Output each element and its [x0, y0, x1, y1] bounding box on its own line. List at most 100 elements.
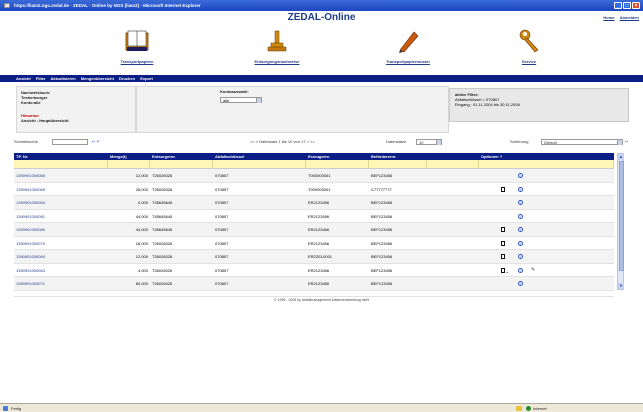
tp-cell[interactable]: 1390901000080	[14, 223, 108, 236]
menge-cell: 44,000	[135, 213, 148, 219]
info-icon[interactable]: i	[518, 186, 523, 192]
close-icon[interactable]: ×	[632, 2, 640, 9]
sort-go-icon[interactable]: ↵	[625, 138, 628, 146]
befoerderer-cell: BEF123456	[371, 200, 393, 205]
tp-cell[interactable]: 1390901000081	[14, 210, 108, 223]
befoerderer-cell: BEF123456	[371, 240, 393, 246]
table-header: TP. Nr. Menge(t) Entsorgernr. Abfallschl…	[14, 153, 614, 160]
table-scrollbar[interactable]: ▲ ▼	[617, 153, 624, 290]
befoerderer-cell: BEF123456	[371, 213, 393, 219]
menge-cell: 44,000	[135, 227, 148, 232]
edit-icon[interactable]: ✎	[531, 267, 538, 272]
info-icon[interactable]: i	[518, 240, 523, 246]
info-icon[interactable]: i	[518, 200, 523, 205]
menu-export[interactable]: Export	[140, 76, 153, 81]
abfall-cell: 070807	[215, 186, 229, 192]
col-befoerderernr[interactable]: Beförderernr.	[369, 153, 427, 160]
options-cell: i	[479, 210, 614, 223]
col-erzeugernr[interactable]: Erzeugernr.	[306, 153, 369, 160]
ansicht-label: Ansicht : Hauptübersicht	[21, 118, 69, 123]
tp-cell[interactable]: 1390901000054	[14, 196, 108, 209]
info-icon[interactable]: i	[518, 213, 523, 219]
tp-cell[interactable]: 1390901000071	[14, 277, 108, 290]
info-icon[interactable]: i	[518, 267, 523, 273]
paging-control[interactable]: << < Datensatz 1 bis 10 von 17 > >>	[250, 138, 315, 146]
options-cell: i	[479, 169, 614, 182]
sortierung-select[interactable]: Default	[541, 139, 623, 145]
chevron-down-icon	[436, 140, 441, 145]
kontoauswahl-select[interactable]: alle	[220, 97, 262, 103]
menu-mengenuebersicht[interactable]: Mengenübersicht	[81, 76, 114, 81]
scroll-down-icon[interactable]: ▼	[618, 283, 624, 289]
table-row[interactable]: 1390901000080 44,000 T45645645 070807 ER2123…	[14, 223, 614, 237]
erzeuger-cell: ER2123456	[308, 213, 330, 219]
table-row[interactable]: 1390901000085 12,000 T26026026 070807 T00000…	[14, 169, 614, 183]
table-row[interactable]: 1390901000065 26,000 T26026026 070807 T00000…	[14, 183, 614, 196]
nav-label-transportpapiermuster: Transportpapiermuster	[386, 59, 430, 64]
menu-aktualisieren[interactable]: Aktualisieren	[51, 76, 76, 81]
lock-icon	[516, 406, 522, 411]
table-row[interactable]: 1390901000070 16,000 T26026026 070807 ER2123…	[14, 237, 614, 250]
menu-drucken[interactable]: Drucken	[119, 76, 135, 81]
col-menge[interactable]: Menge(t)	[108, 153, 150, 160]
table-row[interactable]: 1390901000063 4,000 T26026026 070807 ER21234…	[14, 264, 614, 277]
erzeuger-cell: T000000001	[308, 173, 331, 178]
home-link[interactable]: Home	[603, 15, 614, 20]
abfall-cell: 070807	[215, 240, 229, 246]
document-icon[interactable]	[501, 186, 505, 192]
nav-item-transportpapiere[interactable]: Transportpapiere	[92, 28, 182, 64]
help-icon[interactable]: ?	[500, 154, 502, 159]
menu-filter[interactable]: Filter	[36, 76, 46, 81]
document-icon[interactable]	[501, 227, 505, 232]
col-spacer	[427, 153, 479, 160]
nav-label-transportpapiere: Transportpapiere	[120, 59, 154, 64]
table-row[interactable]: 1390901000054 0,000 T45645645 070807 ER21234…	[14, 196, 614, 210]
scroll-up-icon[interactable]: ▲	[618, 154, 624, 160]
tp-cell[interactable]: 1390901000063	[14, 264, 108, 277]
schnellsuche-input[interactable]	[52, 139, 88, 145]
info-icon[interactable]: i	[518, 173, 523, 178]
erzeuger-cell: ER2123456	[308, 200, 330, 205]
main-nav: Transportpapiere Entsorgungsnachweise Tr…	[0, 28, 643, 72]
tp-cell[interactable]: 1390901000070	[14, 237, 108, 250]
befoerderer-cell: C77777777	[371, 186, 392, 192]
logout-link[interactable]: Abmelden	[620, 15, 639, 20]
info-icon[interactable]: i	[518, 227, 523, 232]
tp-cell[interactable]: 1390901000065	[14, 183, 108, 196]
tp-cell[interactable]: 1390901000085	[14, 169, 108, 182]
menu-ansicht[interactable]: Ansicht	[16, 76, 31, 81]
col-abfallschluessel[interactable]: Abfallschlüssel	[213, 153, 306, 160]
table-row[interactable]: 1390901000071 60,000 T26026026 070807 ER2123…	[14, 277, 614, 291]
nav-item-service[interactable]: Service	[484, 28, 574, 64]
table-filter-row[interactable]	[14, 160, 614, 169]
spacer-cell	[427, 250, 479, 263]
document-icon[interactable]	[501, 254, 505, 259]
nav-item-entsorgungsnachweise[interactable]: Entsorgungsnachweise	[232, 28, 322, 64]
document-add-icon[interactable]	[501, 266, 508, 276]
table-row[interactable]: 1390901000064 12,000 T26026026 070807 ER2ZEL…	[14, 250, 614, 264]
nav-item-transportpapiermuster[interactable]: Transportpapiermuster	[363, 28, 453, 64]
filter-line-eingang: Eingang : 01.11.2004 bis 30.11.2006	[455, 102, 520, 107]
document-icon[interactable]	[501, 240, 505, 246]
scroll-thumb[interactable]	[618, 161, 624, 271]
info-icon[interactable]: i	[518, 254, 523, 259]
spacer-cell	[427, 277, 479, 290]
entsorger-cell: T26026026	[152, 281, 173, 286]
info-icon[interactable]: i	[518, 281, 523, 286]
menge-cell: 12,000	[135, 254, 148, 259]
col-tp-nr[interactable]: TP. Nr.	[14, 153, 108, 160]
action-menubar: Ansicht Filter Aktualisieren Mengenübers…	[0, 75, 643, 82]
col-optionen-label: Optionen	[481, 154, 499, 159]
tp-cell[interactable]: 1390901000064	[14, 250, 108, 263]
sortierung-label: Sortierung	[510, 139, 529, 144]
book-icon	[125, 30, 149, 51]
minimize-icon[interactable]: _	[614, 2, 622, 9]
datensaetze-select[interactable]: 10	[416, 139, 442, 145]
search-go-icon[interactable]: ↵ ↶	[92, 138, 100, 146]
abfall-cell: 070807	[215, 173, 229, 178]
maximize-icon[interactable]: □	[623, 2, 631, 9]
table-row[interactable]: 1390901000081 44,000 T45645645 070807 ER2123…	[14, 210, 614, 223]
nav-label-entsorgungsnachweise: Entsorgungsnachweise	[254, 59, 300, 64]
page-header: ZEDAL-Online Home Abmelden	[0, 11, 643, 24]
col-entsorgernr[interactable]: Entsorgernr.	[150, 153, 213, 160]
